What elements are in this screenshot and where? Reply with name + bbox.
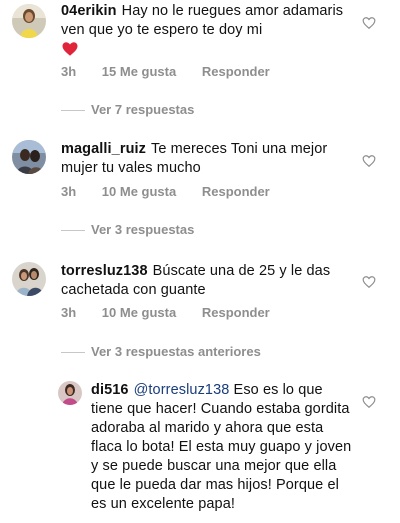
heart-emoji-icon	[61, 40, 79, 64]
view-replies-button[interactable]: Ver 7 respuestas	[61, 102, 194, 117]
comment-item: magalli_ruiz Te mereces Toni una mejor mu…	[0, 136, 400, 246]
view-replies-label: Ver 7 respuestas	[91, 102, 195, 117]
mention-link[interactable]: @torresluz138	[134, 382, 230, 398]
comment-username[interactable]: magalli_ruiz	[61, 141, 146, 157]
comment-meta: 3h 10 Me gusta Responder	[61, 184, 292, 199]
replies-divider	[61, 110, 85, 112]
comment-username[interactable]: torresluz138	[61, 263, 148, 279]
comment-likes[interactable]: 15 Me gusta	[102, 64, 176, 79]
view-previous-replies-button[interactable]: Ver 3 respuestas anteriores	[61, 344, 261, 359]
reply-button[interactable]: Responder	[202, 184, 270, 199]
comment-body: torresluz138 Búscate una de 25 y le das c…	[61, 262, 351, 300]
comment-meta: 3h 10 Me gusta Responder	[61, 305, 292, 320]
comment-likes[interactable]: 10 Me gusta	[102, 305, 176, 320]
reply-button[interactable]: Responder	[202, 305, 270, 320]
comment-body: magalli_ruiz Te mereces Toni una mejor mu…	[61, 140, 351, 178]
comment-item: torresluz138 Búscate una de 25 y le das c…	[0, 258, 400, 368]
comment-time: 3h	[61, 184, 77, 199]
comment-time: 3h	[61, 305, 77, 320]
avatar[interactable]	[12, 262, 46, 296]
comment-text: Eso es lo que tiene que hacer! Cuando es…	[91, 382, 352, 512]
comment-username[interactable]: di516	[91, 382, 129, 398]
avatar[interactable]	[12, 140, 46, 174]
heart-outline-icon[interactable]	[362, 154, 376, 168]
comment-time: 3h	[61, 64, 77, 79]
reply-item: di516 @torresluz138 Eso es lo que tiene q…	[0, 378, 400, 523]
replies-divider	[61, 352, 85, 354]
reply-button[interactable]: Responder	[202, 64, 270, 79]
comment-body: 04erikin Hay no le ruegues amor adamaris …	[61, 2, 351, 64]
comment-username[interactable]: 04erikin	[61, 3, 117, 19]
view-replies-button[interactable]: Ver 3 respuestas	[61, 222, 194, 237]
comment-body: di516 @torresluz138 Eso es lo que tiene q…	[91, 381, 353, 514]
heart-outline-icon[interactable]	[362, 16, 376, 30]
comment-meta: 3h 15 Me gusta Responder	[61, 64, 292, 79]
heart-outline-icon[interactable]	[362, 395, 376, 409]
view-replies-label: Ver 3 respuestas anteriores	[91, 344, 261, 359]
avatar[interactable]	[58, 381, 82, 405]
comment-item: 04erikin Hay no le ruegues amor adamaris …	[0, 0, 400, 122]
heart-outline-icon[interactable]	[362, 275, 376, 289]
view-replies-label: Ver 3 respuestas	[91, 222, 195, 237]
comment-likes[interactable]: 10 Me gusta	[102, 184, 176, 199]
avatar[interactable]	[12, 4, 46, 38]
replies-divider	[61, 230, 85, 232]
